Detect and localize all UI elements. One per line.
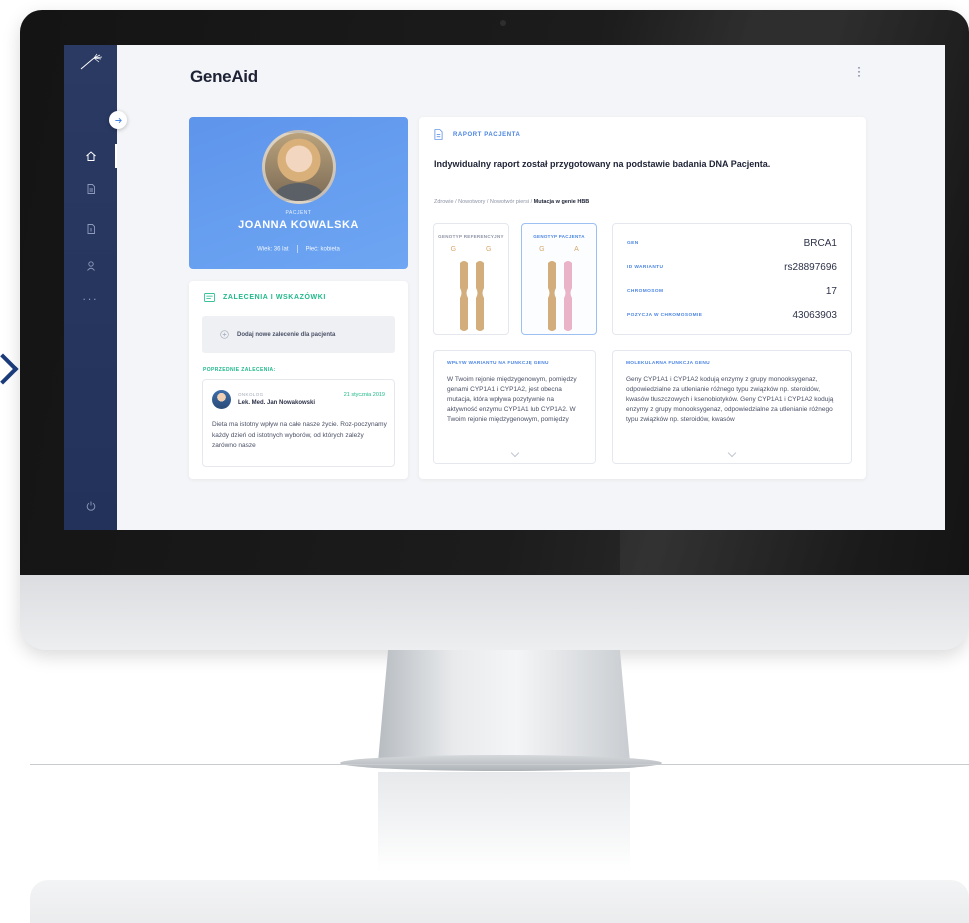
chromosome-label: CHROMOSOM [627,289,664,294]
stand-reflection [378,772,630,872]
molecular-function-box: MOLEKULARNA FUNKCJA GENU Geny CYP1A1 i C… [612,350,852,464]
patient-age: Wiek: 36 lat [257,246,289,253]
floor-line [30,764,969,765]
variant-row: ID WARIANTU rs28897696 [627,262,837,273]
genotype-patient-title: GENOTYP PACJENTA [533,234,585,239]
floor-band [30,880,969,923]
sidebar-item-reports[interactable] [64,215,117,243]
report-icon [87,224,95,234]
breadcrumb-path[interactable]: Zdrowie / Nowotwory / Nowotwór piersi / [434,199,534,205]
recommendations-card: ZALECENIA I WSKAZÓWKI Dodaj nowe zalecen… [189,281,408,479]
chromosome-icon [460,261,468,331]
variant-effect-box: WPŁYW WARIANTU NA FUNKCJĘ GENU W Twoim r… [433,350,596,464]
plus-circle-icon [220,330,229,339]
variant-effect-title: WPŁYW WARIANTU NA FUNKCJĘ GENU [447,361,549,366]
patient-name: JOANNA KOWALSKA [238,219,359,231]
gene-row: GEN BRCA1 [627,238,837,249]
genotype-patient-box: GENOTYP PACJENTA G A [521,223,597,335]
chromosome-row: CHROMOSOM 17 [627,286,837,297]
genotype-reference-alleles: G G [450,246,506,253]
genotype-reference-title: GENOTYP REFERENCYJNY [438,234,504,239]
sidebar-item-documents[interactable] [64,175,117,203]
chromosome-icon [476,261,484,331]
variant-effect-text: W Twoim rejonie międzygenowym, pomiędzy … [447,376,577,423]
chromosome-icon [548,261,556,331]
gene-info-box: GEN BRCA1 ID WARIANTU rs28897696 CHROMOS… [612,223,852,335]
note-text: Dieta ma istotny wpływ na całe nasze życ… [212,421,387,449]
patient-sex: Płeć: kobieta [305,246,340,253]
camera-dot [500,20,506,26]
report-document-icon [434,129,443,140]
doctor-role: ONKOLOG [238,392,264,397]
chevron-right-icon [0,353,19,385]
arrow-right-icon [114,117,122,123]
genotype-patient-alleles: G A [539,246,593,253]
monitor-stand [378,650,630,762]
doctor-avatar [212,390,231,409]
report-card: RAPORT PACJENTA Indywidualny raport zost… [419,117,866,479]
patient-avatar [262,130,336,204]
user-icon [86,261,95,271]
document-icon [87,184,95,194]
chromosome-value: 17 [825,286,837,297]
report-header: RAPORT PACJENTA [434,129,520,140]
recommendations-title: ZALECENIA I WSKAZÓWKI [223,294,326,301]
power-icon [86,501,95,511]
breadcrumb: Zdrowie / Nowotwory / Nowotwór piersi / … [434,199,589,205]
variant-label: ID WARIANTU [627,265,664,270]
gene-label: GEN [627,241,639,246]
variant-value: rs28897696 [784,262,837,273]
logout-button[interactable] [64,492,117,520]
chromosome-mutated-icon [564,261,572,331]
add-recommendation-button[interactable]: Dodaj nowe zalecenie dla pacjenta [202,316,395,353]
doctor-name: Lek. Med. Jan Nowakowski [238,400,316,406]
add-recommendation-label: Dodaj nowe zalecenie dla pacjenta [237,331,336,338]
report-subtitle: Indywidualny raport został przygotowany … [434,159,771,169]
patient-card: PACJENT JOANNA KOWALSKA Wiek: 36 lat Płeć… [189,117,408,269]
sidebar-expand-button[interactable] [109,111,127,129]
monitor-stand-base [340,755,662,771]
note-date: 21 stycznia 2019 [343,392,385,398]
sidebar-item-user[interactable] [64,252,117,280]
molecular-function-title: MOLEKULARNA FUNKCJA GENU [626,361,710,366]
molecular-function-text: Geny CYP1A1 i CYP1A2 kodują enzymy z gru… [626,376,834,423]
app-title: GeneAid [190,67,258,86]
monitor-chin [20,575,969,650]
dandelion-seed-icon [80,53,103,70]
genotype-reference-box: GENOTYP REFERENCYJNY G G [433,223,509,335]
gene-value: BRCA1 [803,238,837,249]
previous-recommendations-title: POPRZEDNIE ZALECENIA: [203,367,276,373]
recommendation-note[interactable]: ONKOLOG Lek. Med. Jan Nowakowski 21 styc… [202,379,395,467]
recommendations-header: ZALECENIA I WSKAZÓWKI [204,293,326,302]
app-screen: ... GeneAid · · · PACJENT JOANNA KOWALSKA … [64,45,945,530]
position-value: 43063903 [792,310,838,321]
patient-label: PACJENT [285,210,312,216]
sidebar-more[interactable]: ... [64,289,117,303]
report-label: RAPORT PACJENTA [453,131,521,138]
sidebar-item-home[interactable] [64,142,117,170]
breadcrumb-current: Mutacja w genie HBB [533,199,590,205]
kebab-menu-icon[interactable]: · · · [857,61,861,81]
position-label: POZYCJA W CHROMOSOMIE [627,313,703,318]
patient-meta: Wiek: 36 lat Płeć: kobieta [189,245,408,253]
position-row: POZYCJA W CHROMOSOMIE 43063903 [627,310,837,321]
home-icon [85,151,96,161]
message-icon [204,293,215,302]
